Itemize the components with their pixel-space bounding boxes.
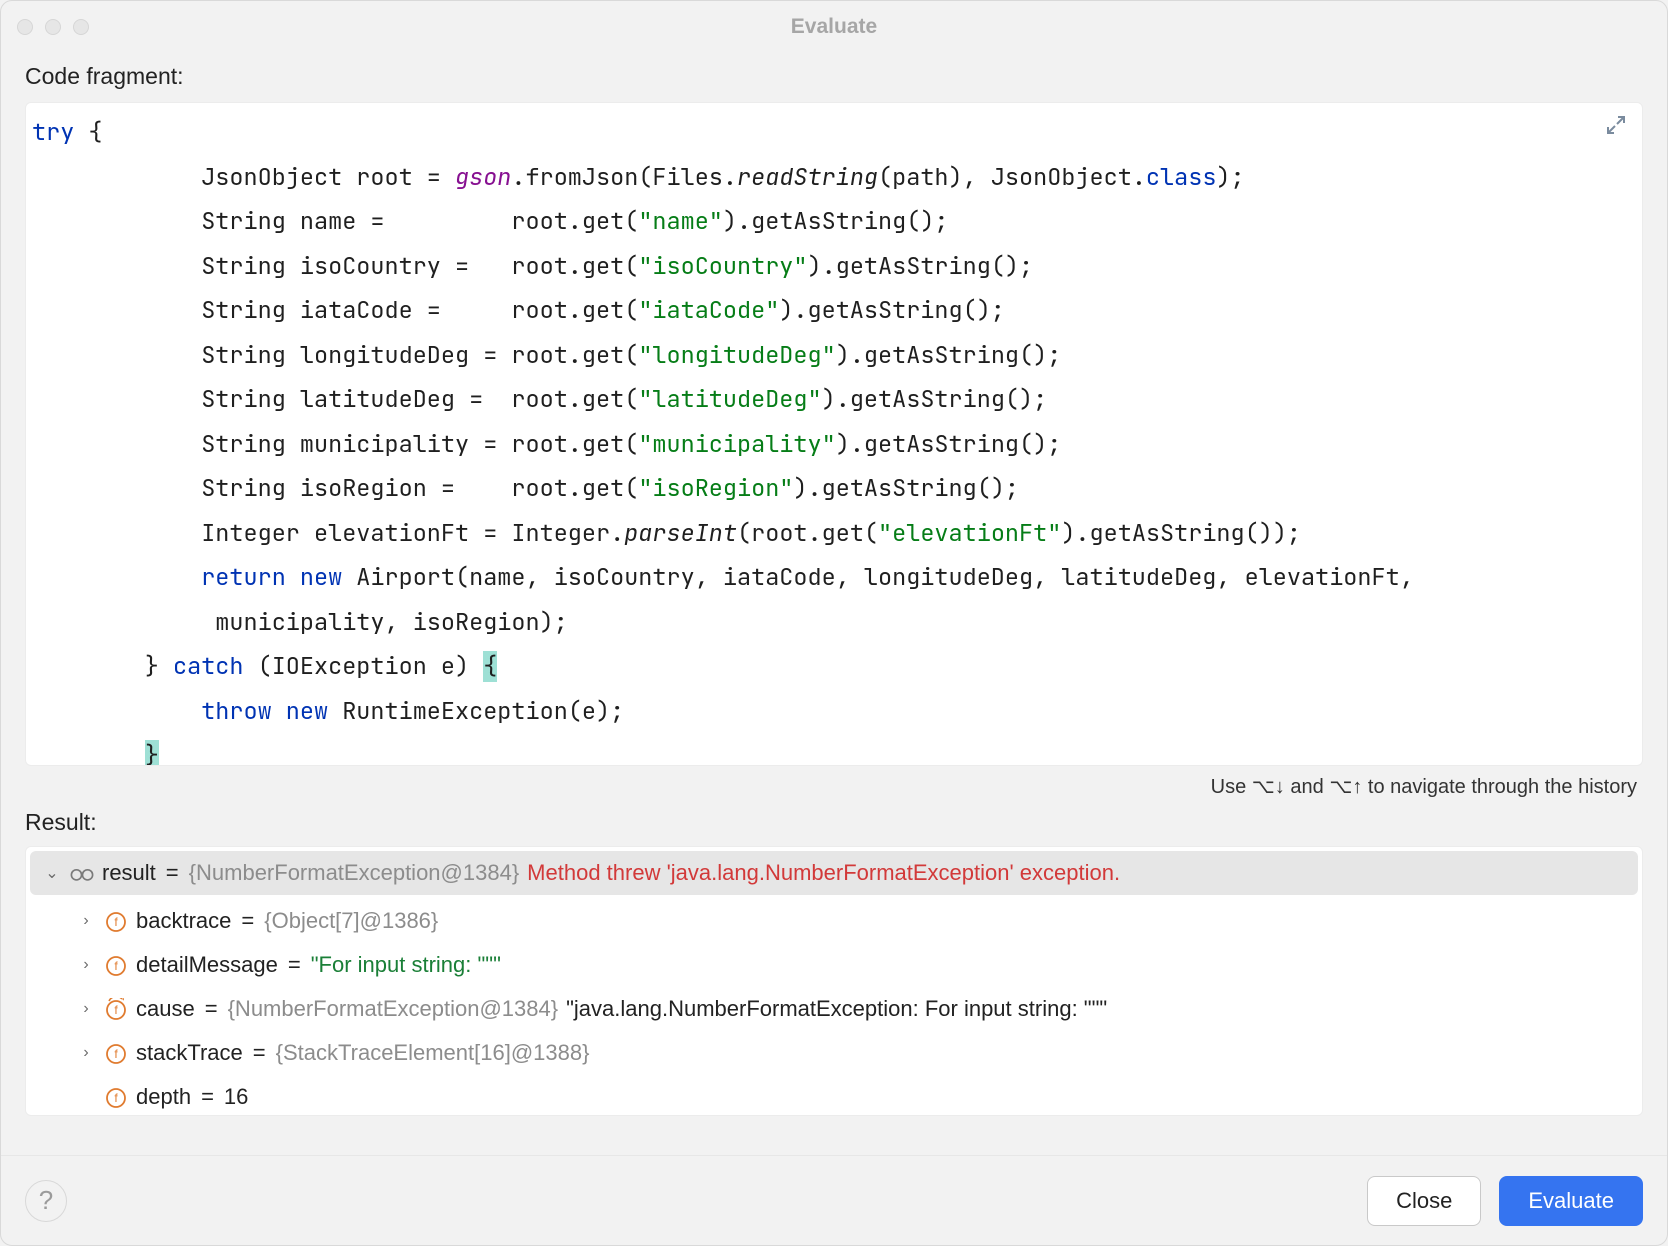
chevron-right-icon[interactable]: ›	[76, 956, 96, 974]
field-icon: f	[104, 1085, 128, 1109]
help-button[interactable]: ?	[25, 1180, 67, 1222]
history-hint: Use ⌥↓ and ⌥↑ to navigate through the hi…	[1, 766, 1667, 799]
equals-separator: =	[251, 1040, 268, 1066]
tree-row[interactable]: ⌄ result = {NumberFormatException@1384} …	[30, 851, 1638, 895]
equals-separator: =	[239, 908, 256, 934]
equals-separator: =	[203, 996, 220, 1022]
tree-node-value: {NumberFormatException@1384}	[189, 860, 520, 886]
chevron-down-icon[interactable]: ⌄	[42, 863, 62, 883]
svg-text:f: f	[114, 1003, 118, 1017]
equals-separator: =	[199, 1084, 216, 1110]
tree-node-value: {StackTraceElement[16]@1388}	[276, 1040, 590, 1066]
svg-text:f: f	[114, 1091, 118, 1105]
tree-row[interactable]: ›f cause = {NumberFormatException@1384} …	[26, 987, 1642, 1031]
code-text[interactable]: try { JsonObject root = gson.fromJson(Fi…	[26, 111, 1642, 766]
chevron-right-icon[interactable]: ›	[76, 1000, 96, 1018]
tree-node-value: {Object[7]@1386}	[264, 908, 438, 934]
evaluate-dialog: Evaluate Code fragment: try { JsonObject…	[0, 0, 1668, 1246]
evaluate-button[interactable]: Evaluate	[1499, 1176, 1643, 1226]
field-icon: f	[104, 953, 128, 977]
titlebar: Evaluate	[1, 1, 1667, 53]
tree-node-name: backtrace	[136, 908, 231, 934]
tree-node-value: Method threw 'java.lang.NumberFormatExce…	[527, 860, 1120, 886]
result-label: Result:	[1, 799, 1667, 842]
tree-node-value: {NumberFormatException@1384}	[228, 996, 559, 1022]
tree-row[interactable]: › f detailMessage = "For input string: ""…	[26, 943, 1642, 987]
window-title: Evaluate	[1, 15, 1667, 39]
tree-row[interactable]: › f backtrace = {Object[7]@1386}	[26, 899, 1642, 943]
tree-node-name: detailMessage	[136, 952, 278, 978]
code-fragment-editor[interactable]: try { JsonObject root = gson.fromJson(Fi…	[25, 102, 1643, 766]
chevron-right-icon[interactable]: ›	[76, 912, 96, 930]
equals-separator: =	[164, 860, 181, 886]
result-tree[interactable]: ⌄ result = {NumberFormatException@1384} …	[25, 846, 1643, 1116]
dialog-footer: ? Close Evaluate	[1, 1155, 1667, 1245]
tree-node-value: "For input string: """	[311, 952, 501, 978]
tree-node-name: result	[102, 860, 156, 886]
chevron-right-icon[interactable]: ›	[76, 1044, 96, 1062]
close-button[interactable]: Close	[1367, 1176, 1481, 1226]
tree-node-name: stackTrace	[136, 1040, 243, 1066]
field-icon: f	[104, 1041, 128, 1065]
field-icon: f	[104, 909, 128, 933]
expand-editor-icon[interactable]	[1604, 113, 1628, 137]
svg-text:f: f	[114, 1047, 118, 1061]
tree-node-name: depth	[136, 1084, 191, 1110]
tree-node-name: cause	[136, 996, 195, 1022]
tree-node-value: "java.lang.NumberFormatException: For in…	[566, 996, 1107, 1022]
tree-row[interactable]: › f stackTrace = {StackTraceElement[16]@1…	[26, 1031, 1642, 1075]
tree-row[interactable]: f depth = 16	[26, 1075, 1642, 1116]
svg-text:f: f	[114, 959, 118, 973]
tree-node-value: 16	[224, 1084, 248, 1110]
equals-separator: =	[286, 952, 303, 978]
code-fragment-label: Code fragment:	[1, 53, 1667, 96]
svg-text:f: f	[114, 915, 118, 929]
watch-icon	[70, 861, 94, 885]
field-cycle-icon: f	[104, 997, 128, 1021]
